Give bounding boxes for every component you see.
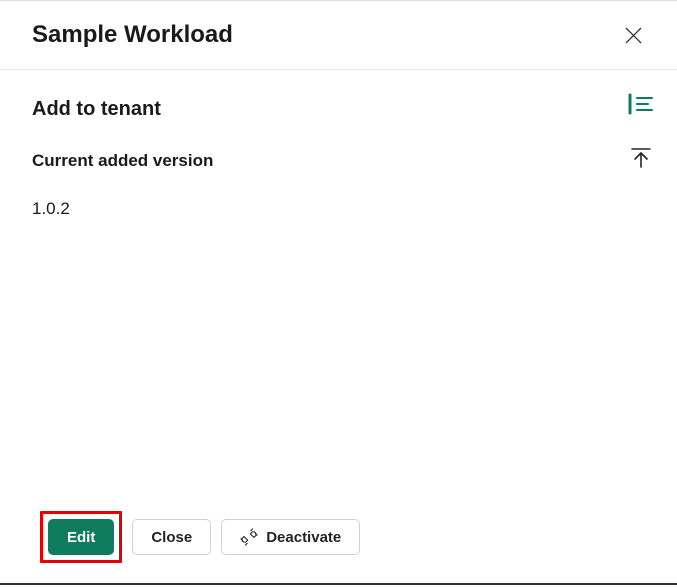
edit-button-label: Edit (67, 529, 95, 546)
panel-footer: Edit Close Deactivate (32, 497, 609, 587)
panel-title: Sample Workload (32, 21, 233, 49)
scroll-top-button[interactable] (625, 146, 657, 170)
plug-disconnect-icon (240, 528, 258, 546)
version-value: 1.0.2 (32, 199, 609, 219)
deactivate-button-label: Deactivate (266, 529, 341, 546)
edit-highlight: Edit (40, 511, 122, 563)
side-rail (619, 70, 677, 587)
bottom-divider (0, 583, 677, 585)
version-label: Current added version (32, 151, 609, 171)
deactivate-button[interactable]: Deactivate (221, 519, 360, 555)
panel-header: Sample Workload (0, 1, 677, 70)
section-title: Add to tenant (32, 98, 609, 121)
close-footer-button[interactable]: Close (132, 519, 211, 555)
arrow-top-icon (631, 147, 651, 169)
edit-button[interactable]: Edit (48, 519, 114, 555)
content-main: Add to tenant Current added version 1.0.… (32, 98, 609, 497)
close-button-label: Close (151, 529, 192, 546)
close-button[interactable] (617, 19, 649, 51)
content-column: Add to tenant Current added version 1.0.… (0, 70, 619, 587)
toc-icon (628, 93, 654, 115)
close-icon (625, 27, 642, 44)
panel-body: Add to tenant Current added version 1.0.… (0, 70, 677, 587)
toc-button[interactable] (625, 92, 657, 116)
